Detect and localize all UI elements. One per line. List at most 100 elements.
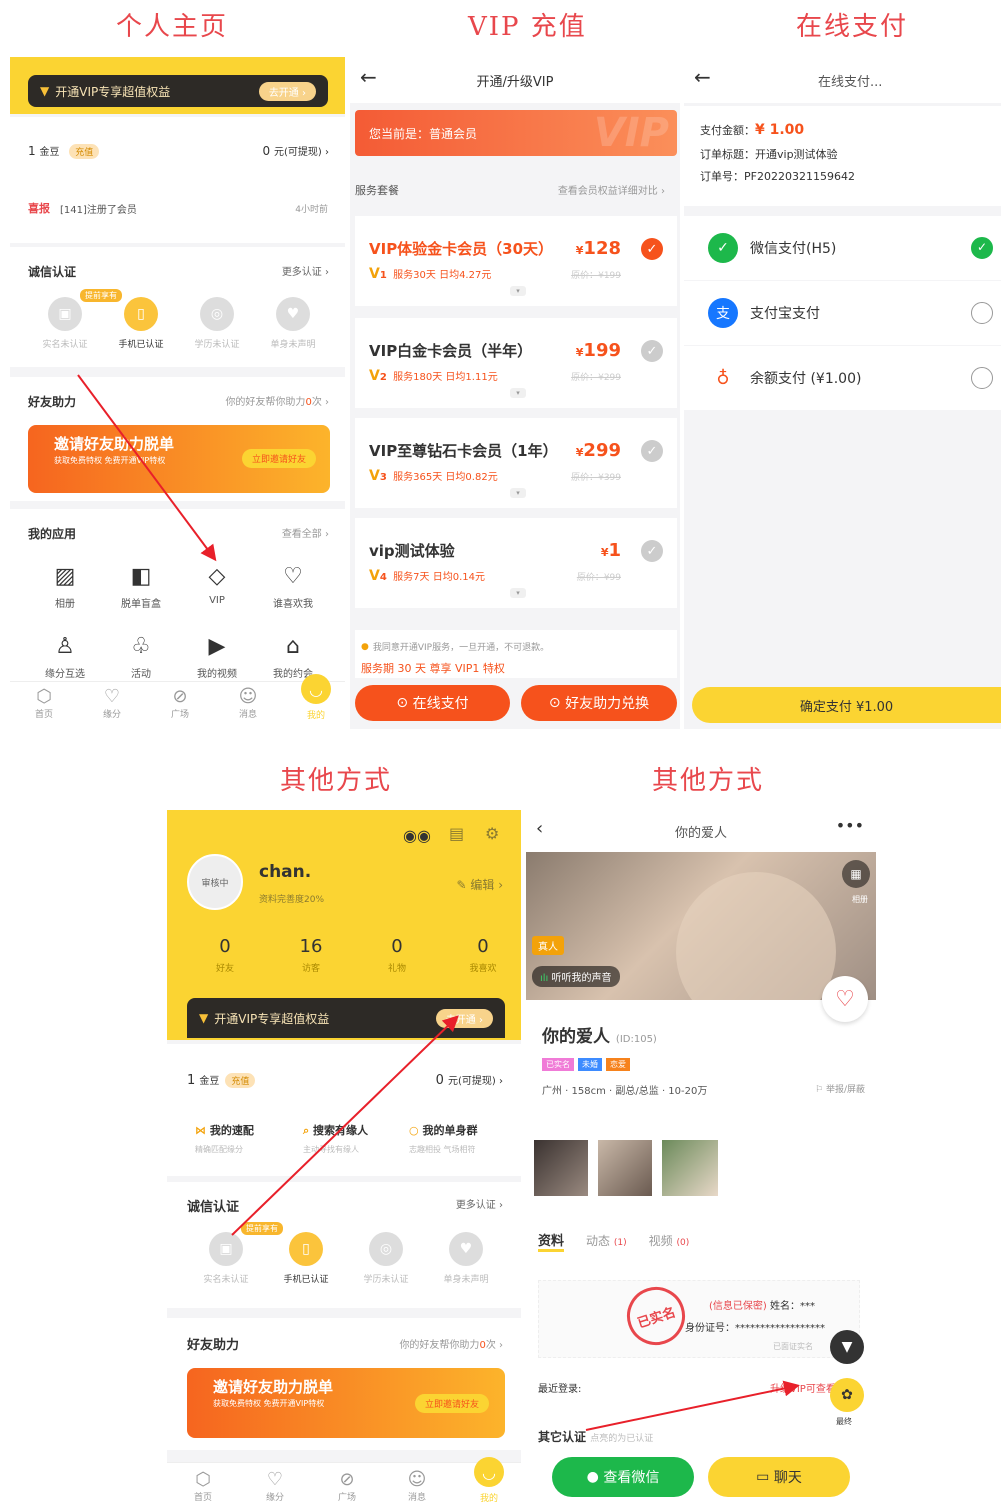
app-match[interactable]: ♙ 缘分互选 — [35, 634, 95, 680]
tab-messages[interactable]: ☺ 消息 — [397, 1469, 437, 1503]
pay-method-balance[interactable]: ♁ 余额支付 (¥1.00) — [684, 346, 1001, 410]
tab-videos[interactable]: 视频 (0) — [649, 1232, 690, 1249]
invite-banner[interactable]: 邀请好友助力脱单 获取免费特权 免费开通VIP特权 立即邀请好友 — [28, 425, 330, 493]
help-count-link[interactable]: 你的好友帮你助力0次 › — [399, 1336, 503, 1351]
album-icon[interactable]: ▦ — [842, 860, 870, 888]
verify-realname[interactable]: ▣ 实名未认证 — [191, 1232, 261, 1285]
tab-square[interactable]: ⊘ 广场 — [327, 1469, 367, 1503]
cash-link[interactable]: 0 元(可提现) › — [263, 143, 329, 158]
tab-fate[interactable]: ♡ 缘分 — [92, 686, 132, 720]
edit-profile-link[interactable]: ✎ 编辑 › — [457, 876, 504, 893]
verify-phone[interactable]: ▯ 手机已认证 — [106, 297, 176, 350]
check-icon[interactable]: ✓ — [641, 540, 663, 562]
recharge-button[interactable]: 充值 — [69, 144, 100, 159]
app-activity[interactable]: ♧ 活动 — [111, 634, 171, 680]
help-count-link[interactable]: 你的好友帮你助力0次 › — [225, 393, 329, 408]
verify-single[interactable]: ♥ 单身未声明 — [258, 297, 328, 350]
expand-icon[interactable]: ▾ — [510, 488, 526, 498]
upgrade-vip-hint[interactable]: 升级VIP可查看 — [770, 1380, 836, 1395]
radio-icon[interactable] — [971, 302, 993, 324]
like-heart-icon[interactable]: ♡ — [822, 976, 868, 1022]
verify-label: 学历未认证 — [363, 1275, 409, 1285]
check-icon[interactable]: ✓ — [641, 238, 663, 260]
feature-search[interactable]: ⌕ 搜索有缘人 主动寻找有缘人 — [303, 1122, 368, 1155]
package-card[interactable]: vip测试体验 ¥1 V4 服务7天 日均0.14元 原价：¥99 ✓ ▾ — [355, 518, 677, 608]
expand-icon[interactable]: ▾ — [510, 286, 526, 296]
profile-photo[interactable]: 真人 ılı 听听我的声音 ▦ 相册 — [526, 852, 876, 1000]
vip-open-button[interactable]: 去开通 › — [258, 81, 316, 101]
calendar-icon[interactable]: ▤ — [449, 824, 464, 843]
back-arrow-icon[interactable]: ← — [694, 65, 711, 89]
confirm-pay-button[interactable]: 确定支付 ¥1.00 — [692, 687, 1001, 723]
friend-redeem-button[interactable]: ⊙ 好友助力兑换 — [521, 685, 677, 721]
expand-icon[interactable]: ▾ — [510, 588, 526, 598]
agree-checkbox[interactable]: ● 我同意开通VIP服务，一旦开通，不可退款。 — [361, 640, 549, 654]
expand-icon[interactable]: ▾ — [510, 388, 526, 398]
stat-label: 我喜欢 — [469, 964, 497, 974]
tab-me[interactable]: ◡ 我的 — [296, 674, 336, 721]
radio-checked-icon[interactable]: ✓ — [971, 237, 993, 259]
tab-home[interactable]: ⬡ 首页 — [183, 1469, 223, 1503]
app-videos[interactable]: ▶ 我的视频 — [187, 634, 247, 680]
report-link[interactable]: ⚐ 举报/屏蔽 — [815, 1082, 865, 1095]
package-card[interactable]: VIP体验金卡会员（30天） ¥128 V1 服务30天 日均4.27元 原价：… — [355, 216, 677, 306]
tab-messages[interactable]: ☺ 消息 — [228, 686, 268, 720]
package-card[interactable]: VIP至尊钻石卡会员（1年） ¥299 V3 服务365天 日均0.82元 原价… — [355, 418, 677, 508]
vip-open-button[interactable]: 去开通 › — [435, 1008, 493, 1028]
feature-title: 我的单身群 — [422, 1124, 478, 1137]
verify-more-link[interactable]: 更多认证 › — [456, 1196, 503, 1211]
cash-link[interactable]: 0 元(可提现) › — [436, 1072, 503, 1088]
tab-profile[interactable]: 资料 — [538, 1230, 565, 1252]
audio-wave-icon: ılı — [540, 973, 549, 984]
view-wechat-button[interactable]: ● 查看微信 — [552, 1457, 694, 1497]
stat-gifts[interactable]: 0 礼物 — [367, 936, 427, 974]
gallery-photo[interactable] — [662, 1140, 718, 1196]
package-compare-link[interactable]: 查看会员权益详细对比 › — [558, 182, 665, 197]
feature-single-group[interactable]: ○ 我的单身群 志趣相投 气场相符 — [409, 1122, 477, 1155]
apps-more-link[interactable]: 查看全部 › — [282, 525, 329, 540]
verify-single[interactable]: ♥ 单身未声明 — [431, 1232, 501, 1285]
app-vip[interactable]: ◇ VIP — [187, 564, 247, 606]
gallery-photo[interactable] — [598, 1140, 652, 1196]
verify-phone[interactable]: ▯ 手机已认证 — [271, 1232, 341, 1285]
stat-likes[interactable]: 0 我喜欢 — [453, 936, 513, 974]
stat-visitors[interactable]: 16 访客 — [281, 936, 341, 974]
send-icon[interactable]: ▼ — [830, 1330, 864, 1364]
app-blindbox[interactable]: ◧ 脱单盲盒 — [111, 564, 171, 610]
tab-fate[interactable]: ♡ 缘分 — [255, 1469, 295, 1503]
check-icon[interactable]: ✓ — [641, 440, 663, 462]
gear-icon[interactable]: ⚙ — [485, 824, 499, 843]
tab-moments[interactable]: 动态 (1) — [586, 1232, 627, 1249]
vip-promo-bar[interactable]: ▼ 开通VIP专享超值权益 去开通 › — [28, 75, 328, 107]
tab-home[interactable]: ⬡ 首页 — [24, 686, 64, 720]
gift-icon[interactable]: ✿ — [830, 1378, 864, 1412]
avatar[interactable]: 审核中 — [187, 854, 243, 910]
verify-education[interactable]: ◎ 学历未认证 — [351, 1232, 421, 1285]
invite-now-button[interactable]: 立即邀请好友 — [414, 1394, 489, 1413]
gallery-photo[interactable] — [534, 1140, 588, 1196]
voice-button[interactable]: ılı 听听我的声音 — [532, 966, 620, 987]
mask-icon[interactable]: ◉◉ — [403, 826, 431, 845]
stat-friends[interactable]: 0 好友 — [195, 936, 255, 974]
recharge-button[interactable]: 充值 — [225, 1073, 256, 1088]
verify-realname[interactable]: ▣ 实名未认证 — [30, 297, 100, 350]
verify-education[interactable]: ◎ 学历未认证 — [182, 297, 252, 350]
app-likes[interactable]: ♡ 谁喜欢我 — [263, 564, 323, 610]
feature-speed-match[interactable]: ⋈ 我的速配 精确匹配缘分 — [195, 1122, 254, 1155]
invite-now-button[interactable]: 立即邀请好友 — [241, 449, 316, 468]
vip-promo-bar[interactable]: ▼ 开通VIP专享超值权益 去开通 › — [187, 998, 505, 1038]
invite-banner[interactable]: 邀请好友助力脱单 获取免费特权 免费开通VIP特权 立即邀请好友 — [187, 1368, 505, 1438]
pay-method-alipay[interactable]: 支 支付宝支付 — [684, 281, 1001, 345]
more-icon[interactable]: ••• — [836, 816, 864, 835]
verify-more-link[interactable]: 更多认证 › — [282, 263, 329, 278]
radio-icon[interactable] — [971, 367, 993, 389]
app-album[interactable]: ▨ 相册 — [35, 564, 95, 610]
tab-me[interactable]: ◡ 我的 — [469, 1457, 509, 1504]
online-pay-button[interactable]: ⊙ 在线支付 — [355, 685, 510, 721]
check-icon[interactable]: ✓ — [641, 340, 663, 362]
package-card[interactable]: VIP白金卡会员（半年） ¥199 V2 服务180天 日均1.11元 原价：¥… — [355, 318, 677, 408]
compass-icon: ⊘ — [339, 1469, 355, 1490]
pay-method-wechat[interactable]: ✓ 微信支付(H5) ✓ — [684, 216, 1001, 280]
chat-button[interactable]: ▭ 聊天 — [708, 1457, 850, 1497]
tab-square[interactable]: ⊘ 广场 — [160, 686, 200, 720]
